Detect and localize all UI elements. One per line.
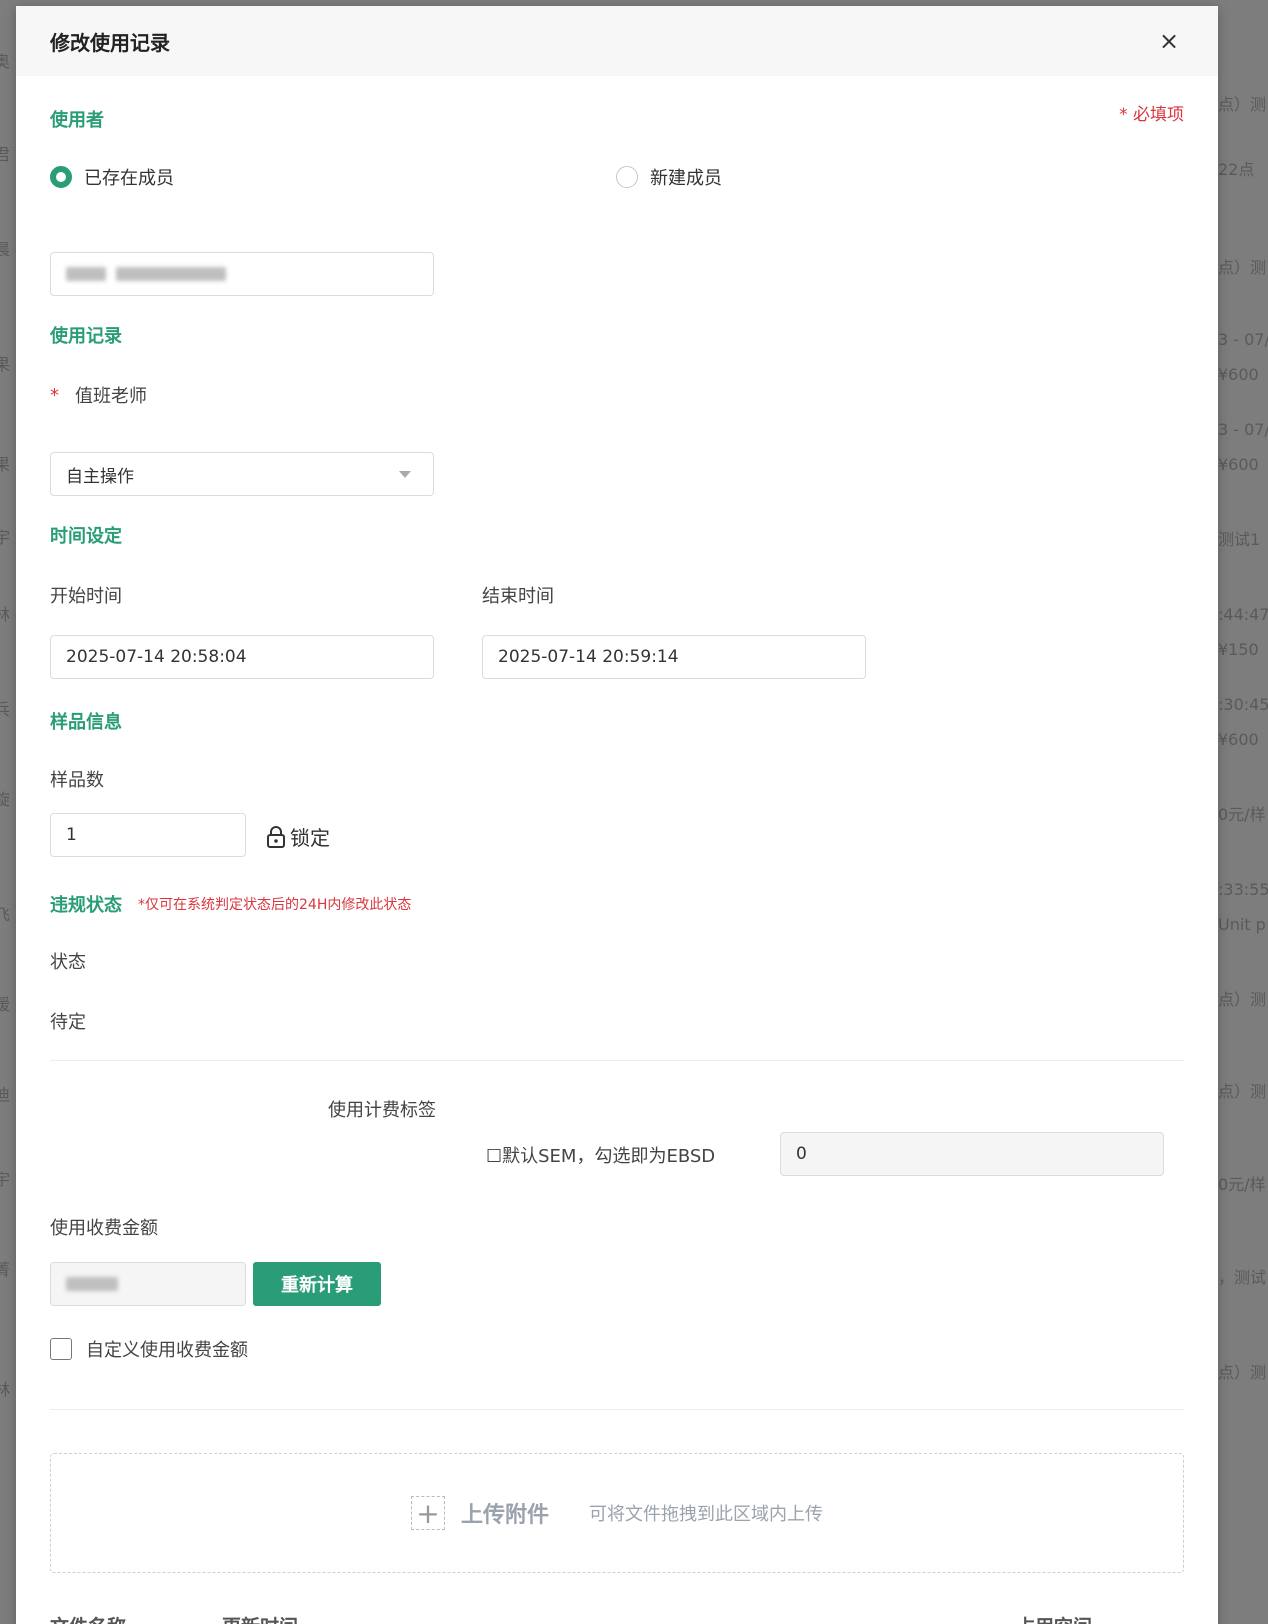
background-text-fragment: ¥600: [1218, 455, 1259, 474]
redacted-text: [66, 1277, 118, 1291]
billing-tag-label: 使用计费标签: [328, 1100, 436, 1121]
status-label: 状态: [50, 952, 86, 973]
required-note: * 必填项: [1119, 105, 1184, 125]
custom-fee-checkbox[interactable]: 自定义使用收费金额: [50, 1336, 248, 1362]
radio-new-label: 新建成员: [650, 168, 722, 189]
radio-checked-icon: [50, 166, 72, 188]
fee-amount-label: 使用收费金额: [50, 1218, 158, 1239]
violation-header: 违规状态 *仅可在系统判定状态后的24H内修改此状态: [50, 891, 411, 917]
background-text-fragment: 3 - 07/: [1218, 420, 1268, 439]
background-text-fragment: 宇: [0, 528, 11, 547]
billing-tag-input[interactable]: 0: [780, 1132, 1164, 1176]
upload-label: 上传附件: [460, 1503, 549, 1528]
background-text-fragment: ¥600: [1218, 365, 1259, 384]
background-text-fragment: ，测试: [1218, 1268, 1267, 1287]
background-text-fragment: 点）测: [1218, 1363, 1267, 1382]
divider: [50, 1060, 1184, 1061]
divider: [50, 1409, 1184, 1410]
background-text-fragment: Unit p: [1218, 915, 1266, 934]
sem-ebsd-checkbox[interactable]: ☐默认SEM，勾选即为EBSD: [486, 1142, 715, 1168]
teacher-select-value: 自主操作: [66, 466, 134, 487]
checkbox-icon: [50, 1338, 72, 1360]
redacted-text: [66, 267, 106, 281]
background-text-fragment: 迪: [0, 1085, 11, 1104]
column-header-updated: 更新时间: [222, 1612, 298, 1624]
end-time-label: 结束时间: [482, 586, 554, 607]
start-time-label: 开始时间: [50, 586, 122, 607]
required-star: *: [50, 384, 59, 406]
dialog-header: 修改使用记录 ×: [16, 6, 1218, 76]
end-time-input[interactable]: 2025-07-14 20:59:14: [482, 635, 866, 679]
background-text-fragment: 兵: [0, 700, 11, 719]
member-select-input[interactable]: [50, 252, 434, 296]
background-text-fragment: 3 - 07/: [1218, 330, 1268, 349]
custom-fee-label: 自定义使用收费金额: [86, 1340, 248, 1361]
violation-note: *仅可在系统判定状态后的24H内修改此状态: [138, 897, 412, 913]
background-text-fragment: 林: [0, 605, 11, 624]
section-title-violation: 违规状态: [50, 895, 122, 916]
background-right-strip: 点）测 22点 点）测 3 - 07/¥600 3 - 07/¥600 测试1:44:47…: [1218, 0, 1268, 1624]
teacher-field-label: * 值班老师: [50, 382, 147, 408]
section-title-sample: 样品信息: [50, 712, 122, 733]
background-text-fragment: 奥: [0, 52, 11, 71]
background-left-strip: 奥君晨果果宇林兵旋飞媛迪宇菁林: [0, 0, 16, 1624]
section-title-record: 使用记录: [50, 326, 122, 347]
radio-unchecked-icon: [616, 166, 638, 188]
teacher-label: 值班老师: [75, 386, 147, 407]
section-title-time: 时间设定: [50, 526, 122, 547]
sample-count-label: 样品数: [50, 770, 104, 791]
status-value: 待定: [50, 1012, 86, 1033]
background-text-fragment: 点）测: [1218, 1082, 1267, 1101]
background-text-fragment: 旋: [0, 790, 11, 809]
background-text-fragment: ¥150: [1218, 640, 1259, 659]
background-text-fragment: :30:45: [1218, 695, 1268, 714]
teacher-select[interactable]: 自主操作: [50, 452, 434, 496]
plus-icon: +: [410, 1496, 445, 1530]
background-text-fragment: :33:55: [1218, 880, 1268, 899]
background-text-fragment: 测试1: [1218, 530, 1261, 549]
background-text-fragment: 点）测: [1218, 95, 1267, 114]
lock-icon: [267, 825, 285, 848]
radio-existing-label: 已存在成员: [84, 168, 174, 189]
background-text-fragment: 晨: [0, 240, 11, 259]
upload-hint: 可将文件拖拽到此区域内上传: [589, 1504, 823, 1525]
radio-new-member[interactable]: 新建成员: [616, 164, 722, 190]
column-header-size: 占用空间: [1016, 1612, 1092, 1624]
background-text-fragment: 飞: [0, 905, 11, 924]
edit-usage-record-dialog: 修改使用记录 × 使用者 * 必填项 已存在成员 新建成员 使用记录 * 值班老…: [16, 6, 1218, 1624]
lock-label: 锁定: [290, 826, 330, 850]
background-text-fragment: 0元/样: [1218, 805, 1266, 824]
sample-count-input[interactable]: 1: [50, 813, 246, 857]
background-text-fragment: 果: [0, 455, 11, 474]
redacted-text: [116, 267, 226, 281]
recalculate-button[interactable]: 重新计算: [253, 1262, 381, 1306]
column-header-filename: 文件名称: [50, 1612, 126, 1624]
background-text-fragment: 点）测: [1218, 258, 1267, 277]
background-text-fragment: 0元/样: [1218, 1175, 1266, 1194]
background-text-fragment: ¥600: [1218, 730, 1259, 749]
background-text-fragment: :44:47: [1218, 605, 1268, 624]
upload-dropzone[interactable]: + 上传附件 可将文件拖拽到此区域内上传: [50, 1453, 1184, 1573]
background-text-fragment: 果: [0, 355, 11, 374]
background-text-fragment: 菁: [0, 1260, 11, 1279]
close-icon[interactable]: ×: [1154, 27, 1184, 55]
lock-toggle[interactable]: 锁定: [266, 822, 330, 851]
background-text-fragment: 22点: [1218, 160, 1255, 179]
start-time-input[interactable]: 2025-07-14 20:58:04: [50, 635, 434, 679]
background-text-fragment: 君: [0, 145, 11, 164]
chevron-down-icon: [399, 471, 411, 478]
dialog-title: 修改使用记录: [50, 30, 170, 55]
background-text-fragment: 媛: [0, 995, 11, 1014]
background-text-fragment: 宇: [0, 1170, 11, 1189]
background-text-fragment: 林: [0, 1380, 11, 1399]
fee-amount-input[interactable]: [50, 1262, 246, 1306]
radio-existing-member[interactable]: 已存在成员: [50, 164, 174, 190]
background-text-fragment: 点）测: [1218, 990, 1267, 1009]
section-title-user: 使用者: [50, 110, 104, 131]
